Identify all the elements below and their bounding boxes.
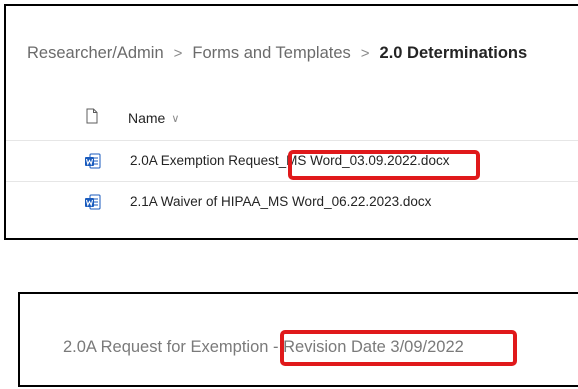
name-column-header[interactable]: Name ∨	[128, 110, 179, 126]
file-name[interactable]: 2.1A Waiver of HIPAA_MS Word_06.22.2023.…	[130, 194, 431, 209]
breadcrumb: Researcher/Admin > Forms and Templates >…	[27, 44, 527, 63]
list-item[interactable]: 2.1A Waiver of HIPAA_MS Word_06.22.2023.…	[6, 182, 578, 222]
word-icon	[85, 153, 101, 169]
chevron-down-icon: ∨	[171, 112, 180, 125]
breadcrumb-separator: >	[173, 45, 183, 62]
breadcrumb-item-forms-and-templates[interactable]: Forms and Templates	[192, 44, 350, 63]
breadcrumb-item-researcher-admin[interactable]: Researcher/Admin	[27, 44, 164, 63]
file-type-icon	[86, 108, 98, 124]
file-name[interactable]: 2.0A Exemption Request_MS Word_03.09.202…	[130, 153, 449, 168]
breadcrumb-item-current: 2.0 Determinations	[379, 44, 528, 62]
file-browser-panel: Researcher/Admin > Forms and Templates >…	[4, 4, 578, 240]
list-item[interactable]: 2.0A Exemption Request_MS Word_03.09.202…	[6, 141, 578, 182]
word-icon	[85, 194, 101, 210]
document-title: 2.0A Request for Exemption - Revision Da…	[63, 338, 464, 356]
list-header-row: Name ∨	[6, 100, 578, 141]
name-column-label: Name	[128, 110, 166, 126]
document-preview-panel: 2.0A Request for Exemption - Revision Da…	[18, 292, 578, 387]
breadcrumb-separator: >	[360, 45, 370, 62]
